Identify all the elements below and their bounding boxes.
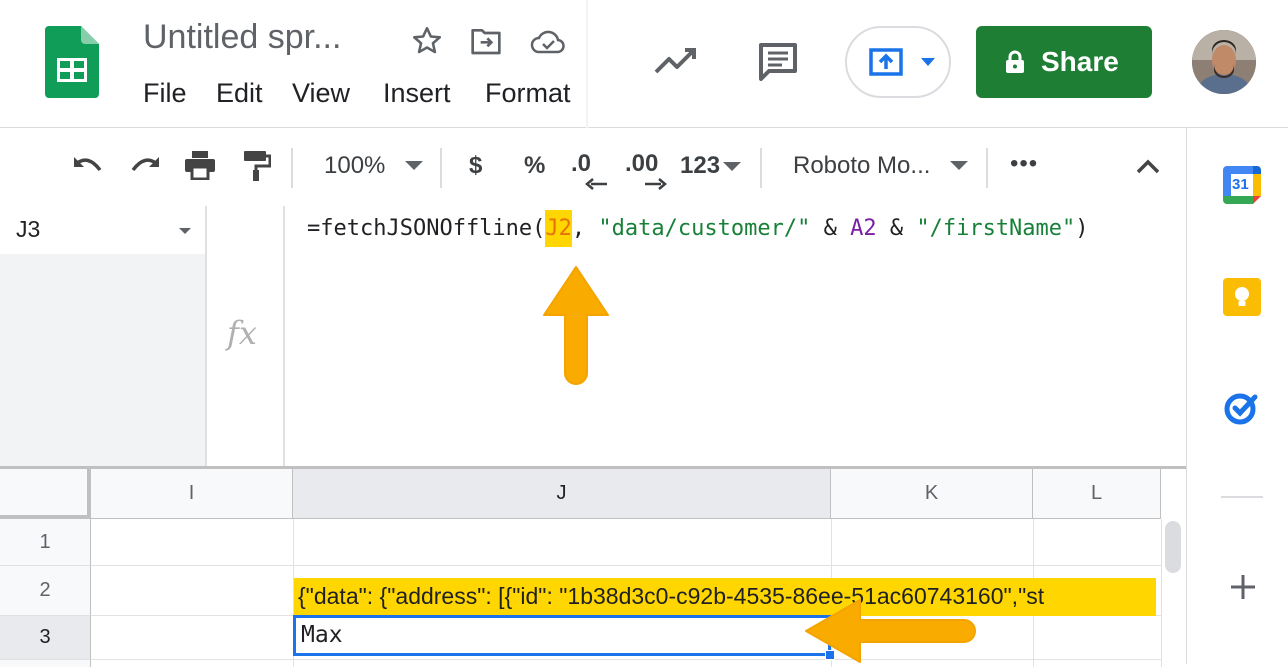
cloud-status-icon[interactable] <box>530 28 566 54</box>
formula-string-path: "data/customer/" <box>598 216 811 241</box>
share-label: Share <box>1041 46 1119 77</box>
redo-icon[interactable] <box>129 154 161 176</box>
user-avatar[interactable] <box>1192 30 1256 94</box>
zoom-chevron-down-icon[interactable] <box>405 161 423 171</box>
chevron-down-icon[interactable] <box>921 58 935 67</box>
select-all-corner[interactable] <box>0 469 91 519</box>
undo-icon[interactable] <box>72 154 104 176</box>
increase-decimal-label: .00 <box>625 150 659 177</box>
font-select[interactable]: Roboto Mo... <box>793 152 930 180</box>
keep-icon[interactable] <box>1223 278 1261 316</box>
present-button[interactable] <box>845 26 951 98</box>
side-panel: 31 <box>1186 128 1288 664</box>
formula-amp: & <box>810 216 851 241</box>
menu-view[interactable]: View <box>292 78 350 109</box>
sheets-logo-icon[interactable] <box>45 26 99 98</box>
calendar-day: 31 <box>1232 176 1249 193</box>
side-panel-divider <box>1221 496 1263 498</box>
currency-format-button[interactable]: $ <box>469 152 482 180</box>
activity-trend-icon[interactable] <box>653 44 699 76</box>
menu-format[interactable]: Format <box>485 78 571 109</box>
formula-string-field: "/firstName" <box>916 216 1076 241</box>
zoom-select[interactable]: 100% <box>324 152 385 180</box>
present-icon <box>869 48 903 76</box>
lock-icon <box>1005 50 1025 74</box>
formula-amp: & <box>876 216 917 241</box>
share-button[interactable]: Share <box>976 26 1152 98</box>
percent-format-button[interactable]: % <box>524 152 545 180</box>
tasks-icon[interactable] <box>1223 390 1259 426</box>
paint-format-icon[interactable] <box>243 150 271 182</box>
more-formats-button[interactable]: 123 <box>680 152 720 180</box>
name-box-value: J3 <box>16 216 41 242</box>
annotation-left-arrow <box>800 598 980 664</box>
row-header-3[interactable]: 3 <box>0 616 91 660</box>
add-addon-plus-icon[interactable] <box>1230 574 1256 600</box>
fx-panel: fx <box>205 206 285 466</box>
toolbar-divider <box>440 148 442 188</box>
formula-sep: , <box>571 216 599 241</box>
font-chevron-down-icon[interactable] <box>950 161 968 171</box>
formula-close: ) <box>1075 216 1089 241</box>
menu-file[interactable]: File <box>143 78 187 109</box>
cell-j2[interactable]: {"data": {"address": [{"id": "1b38d3c0-c… <box>294 578 1156 616</box>
formats-chevron-down-icon[interactable] <box>723 162 741 172</box>
column-header-i[interactable]: I <box>91 469 293 519</box>
column-header-j[interactable]: J <box>293 469 831 519</box>
formula-function: =fetchJSONOffline( <box>307 216 546 241</box>
decrease-decimal-label: .0 <box>571 150 592 177</box>
menu-insert[interactable]: Insert <box>383 78 451 109</box>
menu-edit[interactable]: Edit <box>216 78 263 109</box>
row-header-2[interactable]: 2 <box>0 566 91 616</box>
column-header-l[interactable]: L <box>1033 469 1161 519</box>
scrollbar-thumb[interactable] <box>1165 521 1181 573</box>
move-folder-icon[interactable] <box>470 26 502 56</box>
sheet-grid[interactable]: I J K L 1 2 3 {"data": {"address": [{"id… <box>0 466 1186 667</box>
toolbar: 100% $ % .0 .00 123 Roboto Mo... ••• <box>0 128 1186 206</box>
cell-j3-selected[interactable]: Max <box>293 615 831 656</box>
formula-input[interactable]: =fetchJSONOffline(J2, "data/customer/" &… <box>287 206 1186 466</box>
annotation-up-arrow <box>540 263 612 385</box>
toolbar-divider <box>760 148 762 188</box>
toolbar-divider <box>986 148 988 188</box>
formula-text: =fetchJSONOffline(J2, "data/customer/" &… <box>307 210 1089 247</box>
increase-decimal-button[interactable]: .00 <box>625 150 667 190</box>
star-icon[interactable] <box>410 24 444 58</box>
column-header-k[interactable]: K <box>831 469 1033 519</box>
row-header-1[interactable]: 1 <box>0 519 91 566</box>
app-header: Untitled spr... File Edit View Insert Fo… <box>0 0 1288 128</box>
formula-ref-j2: J2 <box>545 210 572 247</box>
grid-line <box>91 565 1161 566</box>
comments-icon[interactable] <box>757 41 799 81</box>
fx-icon: fx <box>227 314 257 352</box>
collapse-chevron-up-icon[interactable] <box>1136 158 1160 174</box>
header-divider <box>586 0 588 128</box>
grid-line <box>91 659 1161 660</box>
name-box-chevron-down-icon[interactable] <box>179 228 191 235</box>
document-title[interactable]: Untitled spr... <box>143 18 341 57</box>
decrease-decimal-button[interactable]: .0 <box>571 150 607 190</box>
name-box[interactable]: J3 <box>0 206 205 254</box>
formula-ref-a2: A2 <box>850 216 877 241</box>
print-icon[interactable] <box>184 150 216 180</box>
toolbar-divider <box>291 148 293 188</box>
name-box-expanded-area <box>0 254 205 466</box>
calendar-icon[interactable]: 31 <box>1223 166 1261 204</box>
more-options-button[interactable]: ••• <box>1010 150 1038 178</box>
